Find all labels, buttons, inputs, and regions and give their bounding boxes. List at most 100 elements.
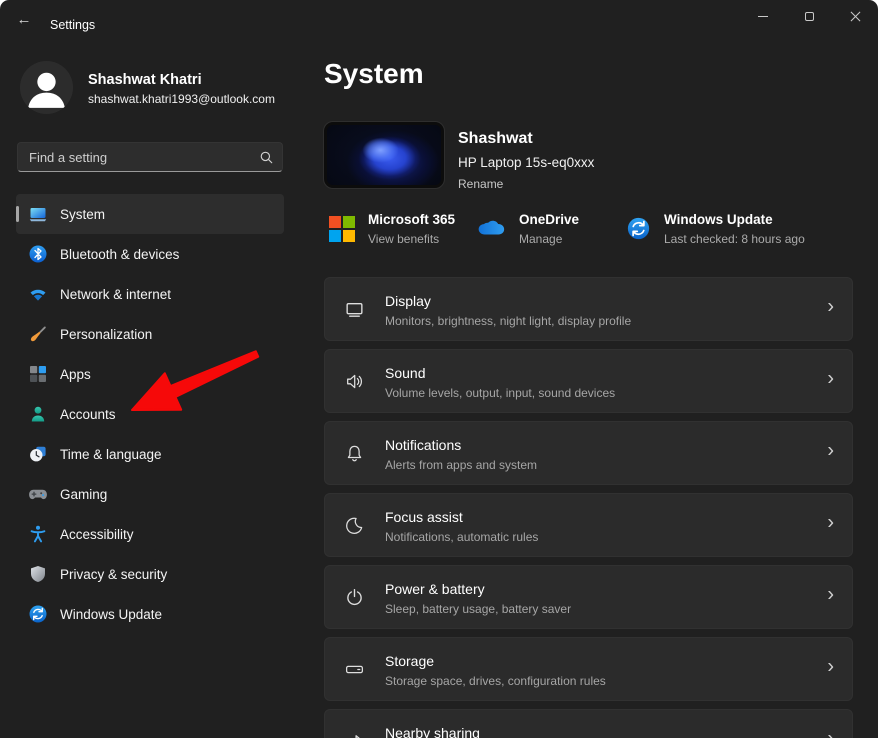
sidebar-item-label: Apps: [60, 367, 91, 382]
chevron-right-icon: ›: [827, 440, 834, 463]
sidebar-item-windows-update[interactable]: Windows Update: [16, 594, 284, 634]
windows-update-icon: [28, 604, 48, 624]
row-sound[interactable]: Sound Volume levels, output, input, soun…: [324, 349, 853, 413]
sidebar-item-network-internet[interactable]: Network & internet: [16, 274, 284, 314]
quick-card-windows-update[interactable]: Windows Update Last checked: 8 hours ago: [626, 211, 805, 246]
search-input[interactable]: [18, 150, 256, 165]
row-title: Nearby sharing: [385, 725, 480, 738]
chevron-right-icon: ›: [827, 656, 834, 679]
sidebar-item-label: Privacy & security: [60, 567, 167, 582]
profile-name: Shashwat Khatri: [88, 72, 202, 88]
settings-window: ← Settings Shashwat Khatri shashwat.khat…: [0, 0, 878, 738]
row-power-battery[interactable]: Power & battery Sleep, battery usage, ba…: [324, 565, 853, 629]
power-icon: [344, 587, 365, 608]
close-button[interactable]: [832, 0, 878, 32]
page-title: System: [324, 58, 424, 90]
chevron-right-icon: ›: [827, 728, 834, 738]
row-title: Focus assist: [385, 509, 463, 525]
chevron-right-icon: ›: [827, 512, 834, 535]
device-model: HP Laptop 15s-eq0xxx: [458, 155, 594, 170]
quick-card-title: OneDrive: [519, 211, 579, 229]
device-thumbnail: [324, 122, 444, 188]
network-icon: [28, 284, 48, 304]
sidebar-item-label: Personalization: [60, 327, 152, 342]
sidebar-item-personalization[interactable]: Personalization: [16, 314, 284, 354]
system-icon: [28, 204, 48, 224]
quick-card-subtitle[interactable]: View benefits: [368, 232, 455, 246]
windows-update-icon: [626, 216, 651, 246]
sidebar-item-label: Bluetooth & devices: [60, 247, 179, 262]
sidebar-item-label: System: [60, 207, 105, 222]
settings-list: Display Monitors, brightness, night ligh…: [324, 277, 853, 738]
accounts-icon: [28, 404, 48, 424]
maximize-button[interactable]: [786, 0, 832, 32]
sidebar-item-accessibility[interactable]: Accessibility: [16, 514, 284, 554]
accessibility-icon: [28, 524, 48, 544]
sidebar-item-label: Accessibility: [60, 527, 134, 542]
sidebar-item-label: Gaming: [60, 487, 107, 502]
sidebar-item-label: Network & internet: [60, 287, 171, 302]
minimize-button[interactable]: [740, 0, 786, 32]
row-title: Power & battery: [385, 581, 485, 597]
nearby-sharing-icon: [344, 731, 365, 738]
row-subtitle: Monitors, brightness, night light, displ…: [385, 314, 631, 328]
sidebar-item-system[interactable]: System: [16, 194, 284, 234]
quick-card-title: Microsoft 365: [368, 211, 455, 229]
sidebar-item-label: Windows Update: [60, 607, 162, 622]
sound-icon: [344, 371, 365, 392]
display-icon: [344, 299, 365, 320]
storage-icon: [344, 659, 365, 680]
row-nearby-sharing[interactable]: Nearby sharing ›: [324, 709, 853, 738]
row-subtitle: Notifications, automatic rules: [385, 530, 538, 544]
quick-card-microsoft-365[interactable]: Microsoft 365 View benefits: [329, 211, 455, 247]
row-subtitle: Alerts from apps and system: [385, 458, 537, 472]
row-title: Storage: [385, 653, 434, 669]
chevron-right-icon: ›: [827, 296, 834, 319]
quick-card-onedrive[interactable]: OneDrive Manage: [477, 211, 579, 246]
sidebar-item-time-language[interactable]: Time & language: [16, 434, 284, 474]
row-storage[interactable]: Storage Storage space, drives, configura…: [324, 637, 853, 701]
maximize-icon: [805, 12, 814, 21]
row-focus-assist[interactable]: Focus assist Notifications, automatic ru…: [324, 493, 853, 557]
sidebar-item-gaming[interactable]: Gaming: [16, 474, 284, 514]
microsoft-365-icon: [329, 216, 355, 247]
profile-email: shashwat.khatri1993@outlook.com: [88, 92, 275, 106]
bluetooth-icon: [28, 244, 48, 264]
titlebar: ← Settings: [0, 0, 878, 40]
close-icon: [850, 11, 861, 22]
row-subtitle: Storage space, drives, configuration rul…: [385, 674, 606, 688]
row-display[interactable]: Display Monitors, brightness, night ligh…: [324, 277, 853, 341]
avatar[interactable]: [20, 61, 73, 114]
sidebar-item-apps[interactable]: Apps: [16, 354, 284, 394]
back-button[interactable]: ←: [14, 12, 34, 28]
chevron-right-icon: ›: [827, 584, 834, 607]
sidebar-item-label: Time & language: [60, 447, 162, 462]
sidebar-item-accounts[interactable]: Accounts: [16, 394, 284, 434]
sidebar-nav: System Bluetooth & devices Network & int…: [16, 194, 284, 634]
sidebar-item-privacy-security[interactable]: Privacy & security: [16, 554, 284, 594]
rename-button[interactable]: Rename: [458, 177, 503, 191]
search-icon[interactable]: [256, 150, 282, 165]
notifications-icon: [344, 443, 365, 464]
quick-card-subtitle: Last checked: 8 hours ago: [664, 232, 805, 246]
minimize-icon: [758, 16, 768, 17]
row-notifications[interactable]: Notifications Alerts from apps and syste…: [324, 421, 853, 485]
gaming-icon: [28, 484, 48, 504]
sidebar-item-bluetooth-devices[interactable]: Bluetooth & devices: [16, 234, 284, 274]
privacy-security-icon: [28, 564, 48, 584]
row-title: Sound: [385, 365, 425, 381]
row-title: Display: [385, 293, 431, 309]
row-subtitle: Sleep, battery usage, battery saver: [385, 602, 571, 616]
quick-card-subtitle[interactable]: Manage: [519, 232, 579, 246]
chevron-right-icon: ›: [827, 368, 834, 391]
onedrive-icon: [477, 219, 506, 243]
search-box[interactable]: [17, 142, 283, 172]
selection-indicator: [16, 206, 19, 222]
row-title: Notifications: [385, 437, 461, 453]
device-name: Shashwat: [458, 130, 533, 148]
apps-icon: [28, 364, 48, 384]
sidebar-item-label: Accounts: [60, 407, 116, 422]
row-subtitle: Volume levels, output, input, sound devi…: [385, 386, 615, 400]
window-title: Settings: [50, 18, 95, 32]
focus-assist-icon: [344, 515, 365, 536]
